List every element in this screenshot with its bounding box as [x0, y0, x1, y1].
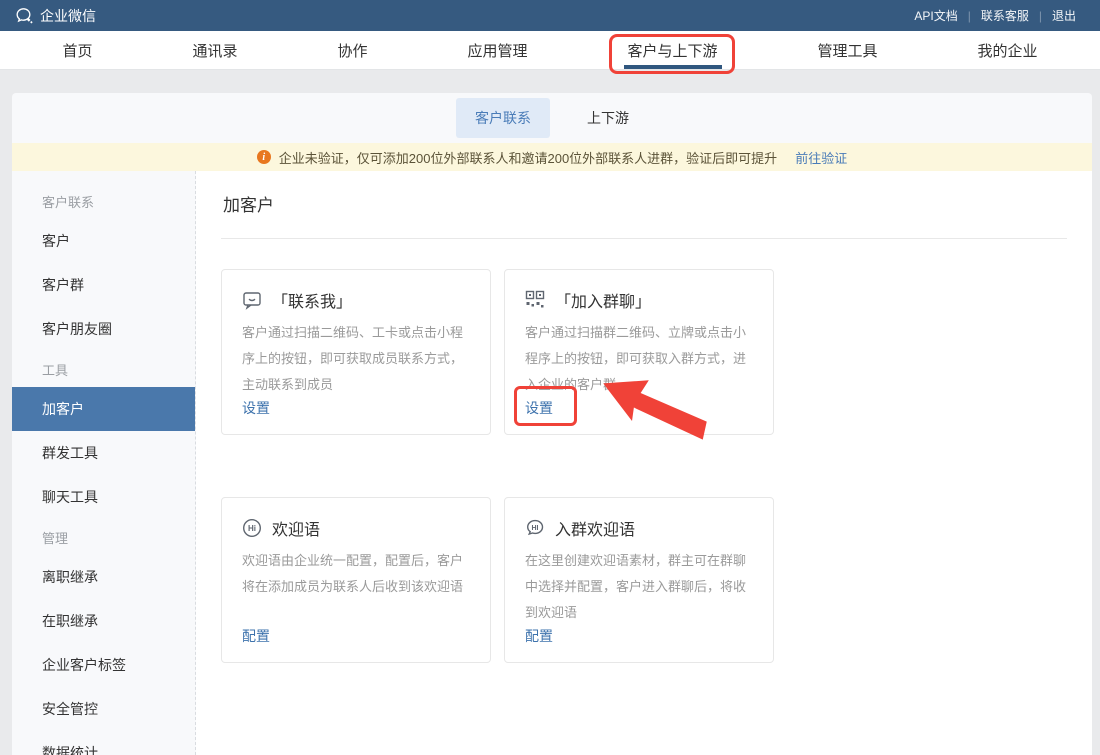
sidebar-item-resigned-inheritance[interactable]: 离职继承	[12, 555, 195, 599]
sidebar-item-customers[interactable]: 客户	[12, 219, 195, 263]
brand: 企业微信	[14, 6, 96, 26]
sidebar: 客户联系 客户 客户群 客户朋友圈 工具 加客户 群发工具 聊天工具 管理 离职…	[12, 171, 196, 755]
nav-item-home[interactable]: 首页	[62, 31, 92, 69]
nav-item-label: 管理工具	[818, 40, 878, 61]
sidebar-item-bulk-message-tools[interactable]: 群发工具	[12, 431, 195, 475]
sidebar-item-onjob-inheritance[interactable]: 在职继承	[12, 599, 195, 643]
nav-item-contacts[interactable]: 通讯录	[192, 31, 237, 69]
card-group-welcome-message: HI 入群欢迎语 在这里创建欢迎语素材，群主可在群聊中选择并配置，客户进入群聊后…	[504, 497, 774, 663]
nav-item-customers-updownstream[interactable]: 客户与上下游	[628, 31, 718, 69]
topbar: 企业微信 API文档 | 联系客服 | 退出	[0, 0, 1100, 31]
sub-tabs: 客户联系 上下游	[12, 93, 1092, 143]
join-group-chat-icon	[525, 290, 545, 310]
info-icon: i	[257, 150, 271, 164]
svg-text:HI: HI	[532, 525, 539, 532]
content-panel: 客户联系 上下游 i 企业未验证，仅可添加200位外部联系人和邀请200位外部联…	[12, 93, 1092, 755]
card-description: 在这里创建欢迎语素材，群主可在群聊中选择并配置，客户进入群聊后，将收到欢迎语	[525, 548, 753, 626]
nav-item-label: 首页	[62, 40, 92, 61]
sidebar-item-customer-moments[interactable]: 客户朋友圈	[12, 307, 195, 351]
nav-item-label: 我的企业	[978, 40, 1038, 61]
sidebar-item-chat-tools[interactable]: 聊天工具	[12, 475, 195, 519]
sidebar-item-security-control[interactable]: 安全管控	[12, 687, 195, 731]
card-join-group-chat: 「加入群聊」 客户通过扫描群二维码、立牌或点击小程序上的按钮，即可获取入群方式，…	[504, 269, 774, 435]
sidebar-header-tools: 工具	[12, 351, 195, 387]
card-contact-me: 「联系我」 客户通过扫描二维码、工卡或点击小程序上的按钮，即可获取成员联系方式，…	[221, 269, 491, 435]
panel-body: 客户联系 客户 客户群 客户朋友圈 工具 加客户 群发工具 聊天工具 管理 离职…	[12, 171, 1092, 755]
contact-me-icon	[242, 290, 262, 310]
nav-item-my-company[interactable]: 我的企业	[978, 31, 1038, 69]
logout-link[interactable]: 退出	[1042, 7, 1086, 24]
join-group-settings-link[interactable]: 设置	[525, 400, 553, 416]
active-tab-underline	[624, 65, 722, 69]
contact-support-link[interactable]: 联系客服	[971, 7, 1039, 24]
svg-text:Hi: Hi	[248, 524, 256, 533]
card-title: 「加入群聊」	[555, 288, 651, 312]
tab-updownstream[interactable]: 上下游	[568, 98, 648, 138]
nav-item-label: 协作	[337, 40, 367, 61]
feature-cards: 「联系我」 客户通过扫描二维码、工卡或点击小程序上的按钮，即可获取成员联系方式，…	[221, 269, 1067, 663]
go-verify-link[interactable]: 前往验证	[795, 148, 847, 167]
group-welcome-message-icon: HI	[525, 518, 545, 538]
verification-banner: i 企业未验证，仅可添加200位外部联系人和邀请200位外部联系人进群，验证后即…	[12, 143, 1092, 171]
sidebar-header-customer-contact: 客户联系	[12, 183, 195, 219]
main-content: 加客户 「联系我」 客户通过扫描二维码、工卡或点击小程序上的按	[196, 171, 1092, 755]
nav-item-label: 通讯录	[192, 40, 237, 61]
nav-item-collaboration[interactable]: 协作	[337, 31, 367, 69]
nav-item-label: 应用管理	[467, 40, 527, 61]
nav-item-management-tools[interactable]: 管理工具	[818, 31, 878, 69]
welcome-configure-link[interactable]: 配置	[242, 628, 270, 644]
card-description: 客户通过扫描二维码、工卡或点击小程序上的按钮，即可获取成员联系方式，主动联系到成…	[242, 320, 470, 398]
sidebar-header-management: 管理	[12, 519, 195, 555]
contact-me-settings-link[interactable]: 设置	[242, 400, 270, 416]
tab-customer-contact[interactable]: 客户联系	[456, 98, 550, 138]
topbar-links: API文档 | 联系客服 | 退出	[904, 7, 1086, 24]
brand-name: 企业微信	[40, 6, 96, 26]
main-nav: 首页 通讯录 协作 应用管理 客户与上下游 管理工具 我的企业	[0, 31, 1100, 70]
banner-text: 企业未验证，仅可添加200位外部联系人和邀请200位外部联系人进群，验证后即可提…	[279, 148, 777, 167]
sidebar-item-corp-customer-tags[interactable]: 企业客户标签	[12, 643, 195, 687]
card-description: 客户通过扫描群二维码、立牌或点击小程序上的按钮，即可获取入群方式，进入企业的客户…	[525, 320, 753, 398]
sidebar-item-add-customer[interactable]: 加客户	[12, 387, 195, 431]
card-description: 欢迎语由企业统一配置，配置后，客户将在添加成员为联系人后收到该欢迎语	[242, 548, 470, 600]
nav-item-app-management[interactable]: 应用管理	[467, 31, 527, 69]
card-title: 欢迎语	[272, 516, 320, 540]
card-title: 入群欢迎语	[555, 516, 635, 540]
welcome-message-icon: Hi	[242, 518, 262, 538]
sidebar-item-data-statistics[interactable]: 数据统计	[12, 731, 195, 755]
card-title: 「联系我」	[272, 288, 352, 312]
page-title: 加客户	[221, 171, 1067, 239]
card-welcome-message: Hi 欢迎语 欢迎语由企业统一配置，配置后，客户将在添加成员为联系人后收到该欢迎…	[221, 497, 491, 663]
wecom-logo-icon	[14, 6, 34, 26]
group-welcome-configure-link[interactable]: 配置	[525, 628, 553, 644]
api-docs-link[interactable]: API文档	[904, 7, 967, 24]
sidebar-item-customer-groups[interactable]: 客户群	[12, 263, 195, 307]
nav-item-label: 客户与上下游	[628, 40, 718, 61]
